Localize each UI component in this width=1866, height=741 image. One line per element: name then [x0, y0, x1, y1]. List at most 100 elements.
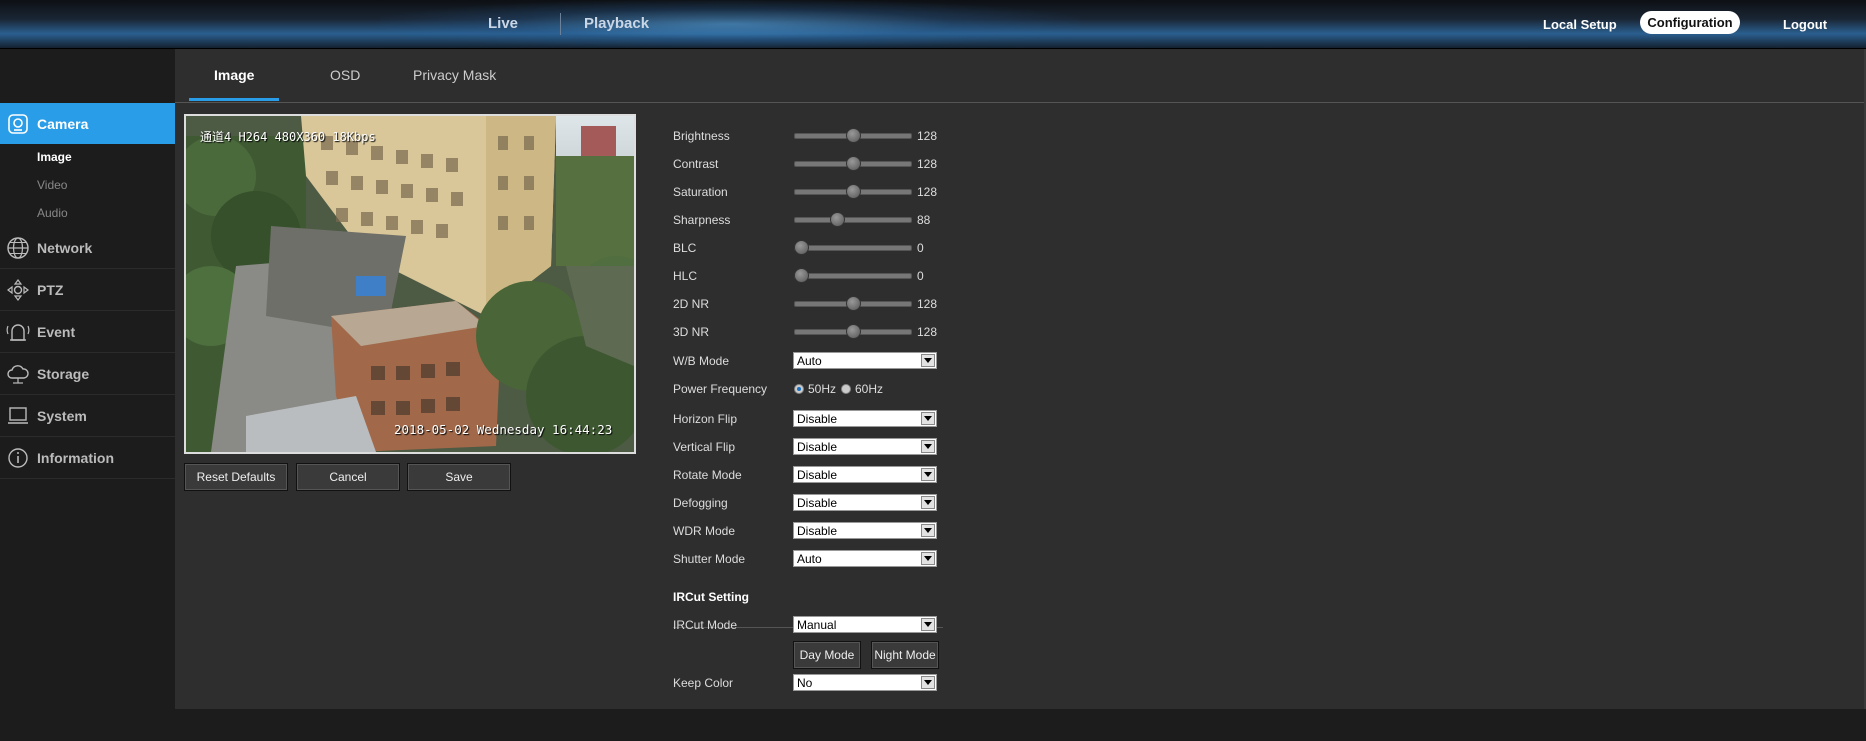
sidebar-item-label: Camera: [37, 115, 89, 132]
alarm-icon: [4, 318, 32, 346]
rotate-mode-select[interactable]: Disable: [793, 466, 937, 483]
blc-value: 0: [917, 241, 924, 255]
camera-icon: [4, 110, 32, 138]
hlc-slider-handle[interactable]: [794, 268, 809, 283]
vertical-flip-select[interactable]: Disable: [793, 438, 937, 455]
active-tab-indicator: [189, 98, 279, 101]
tab-privacy-mask[interactable]: Privacy Mask: [413, 67, 496, 83]
info-icon: [4, 444, 32, 472]
saturation-slider-handle[interactable]: [845, 184, 861, 199]
ircut-mode-value: Manual: [797, 618, 837, 632]
ircut-section-title: IRCut Setting: [673, 590, 749, 604]
brightness-slider-handle[interactable]: [845, 128, 861, 143]
video-osd-channel-info: 通道4 H264 480X360 18Kbps: [200, 130, 376, 144]
nav-local-setup[interactable]: Local Setup: [1543, 17, 1617, 32]
sidebar-item-label: Event: [37, 323, 76, 340]
sharpness-value: 88: [917, 213, 931, 227]
night-mode-button[interactable]: Night Mode: [871, 641, 939, 669]
brightness-label: Brightness: [673, 129, 730, 143]
sidebar-item-label: System: [37, 407, 87, 424]
chevron-down-icon: [921, 552, 935, 565]
hlc-label: HLC: [673, 269, 698, 283]
contrast-slider-handle[interactable]: [845, 156, 861, 171]
rotate-mode-label: Rotate Mode: [673, 468, 742, 482]
sidebar-item-camera[interactable]: Camera: [0, 103, 184, 144]
keep-color-select[interactable]: No: [793, 674, 937, 691]
ircut-mode-label: IRCut Mode: [673, 618, 738, 632]
radio-50hz-label: 50Hz: [808, 382, 837, 396]
top-bar-glow: [380, 0, 1080, 48]
radio-60hz-label: 60Hz: [855, 382, 884, 396]
horizon-flip-value: Disable: [797, 412, 838, 426]
vertical-flip-label: Vertical Flip: [673, 440, 736, 454]
radio-50hz[interactable]: [794, 384, 804, 394]
top-navigation-bar: Live Playback Local Setup Configuration …: [0, 0, 1866, 49]
tab-bar: Image OSD Privacy Mask: [175, 49, 1866, 103]
2d-nr-value: 128: [917, 297, 938, 311]
sidebar-item-label: Information: [37, 449, 114, 466]
shutter-mode-select[interactable]: Auto: [793, 550, 937, 567]
sidebar-item-system[interactable]: System: [0, 395, 175, 437]
2d-nr-label: 2D NR: [673, 297, 710, 311]
sidebar-item-label: Network: [37, 239, 93, 256]
shutter-mode-value: Auto: [797, 552, 822, 566]
nav-configuration[interactable]: Configuration: [1640, 11, 1740, 34]
power-frequency-label: Power Frequency: [673, 382, 768, 396]
nav-logout[interactable]: Logout: [1783, 17, 1827, 32]
chevron-down-icon: [921, 440, 935, 453]
sharpness-slider-handle[interactable]: [829, 212, 845, 227]
video-preview[interactable]: 通道4 H264 480X360 18Kbps 2018-05-02 Wedne…: [184, 114, 636, 454]
saturation-label: Saturation: [673, 185, 728, 199]
reset-defaults-button[interactable]: Reset Defaults: [184, 463, 288, 491]
sidebar-item-storage[interactable]: Storage: [0, 353, 175, 395]
chevron-down-icon: [921, 676, 935, 689]
blc-slider-track[interactable]: [794, 245, 912, 251]
keep-color-value: No: [797, 676, 813, 690]
chevron-down-icon: [921, 354, 935, 367]
contrast-label: Contrast: [673, 157, 719, 171]
wdr-mode-select[interactable]: Disable: [793, 522, 937, 539]
3d-nr-value: 128: [917, 325, 938, 339]
ptz-icon: [4, 276, 32, 304]
cancel-button[interactable]: Cancel: [296, 463, 400, 491]
sidebar-item-ptz[interactable]: PTZ: [0, 269, 175, 311]
rotate-mode-value: Disable: [797, 468, 838, 482]
hlc-slider-track[interactable]: [794, 273, 912, 279]
wdr-mode-label: WDR Mode: [673, 524, 736, 538]
sidebar-sub-image[interactable]: Image: [37, 150, 72, 164]
2d-nr-slider-handle[interactable]: [845, 296, 861, 311]
wb-mode-select[interactable]: Auto: [793, 352, 937, 369]
nav-live[interactable]: Live: [488, 15, 518, 32]
saturation-value: 128: [917, 185, 938, 199]
save-button[interactable]: Save: [407, 463, 511, 491]
keep-color-label: Keep Color: [673, 676, 734, 690]
hlc-value: 0: [917, 269, 924, 283]
sidebar-item-information[interactable]: Information: [0, 437, 175, 479]
ircut-mode-select[interactable]: Manual: [793, 616, 937, 633]
vertical-flip-value: Disable: [797, 440, 838, 454]
sharpness-slider-track[interactable]: [794, 217, 912, 223]
sidebar-sub-audio[interactable]: Audio: [37, 206, 68, 220]
sidebar-sub-video[interactable]: Video: [37, 178, 67, 192]
defogging-label: Defogging: [673, 496, 728, 510]
blc-slider-handle[interactable]: [794, 240, 809, 255]
day-mode-button[interactable]: Day Mode: [793, 641, 861, 669]
tab-image[interactable]: Image: [214, 67, 254, 83]
horizon-flip-select[interactable]: Disable: [793, 410, 937, 427]
sharpness-label: Sharpness: [673, 213, 731, 227]
wdr-mode-value: Disable: [797, 524, 838, 538]
chevron-down-icon: [921, 412, 935, 425]
sidebar-item-network[interactable]: Network: [0, 227, 175, 269]
defogging-value: Disable: [797, 496, 838, 510]
sidebar: Camera Image Video Audio Network PTZ Eve…: [0, 49, 184, 741]
radio-60hz[interactable]: [841, 384, 851, 394]
sidebar-item-label: PTZ: [37, 281, 64, 298]
3d-nr-slider-handle[interactable]: [845, 324, 861, 339]
sidebar-item-event[interactable]: Event: [0, 311, 175, 353]
camera-scene-image: [186, 116, 634, 452]
defogging-select[interactable]: Disable: [793, 494, 937, 511]
main-panel: Image OSD Privacy Mask 通道4 H264 480X360 …: [175, 49, 1866, 709]
nav-playback[interactable]: Playback: [584, 15, 649, 32]
tab-osd[interactable]: OSD: [330, 67, 360, 83]
horizon-flip-label: Horizon Flip: [673, 412, 738, 426]
